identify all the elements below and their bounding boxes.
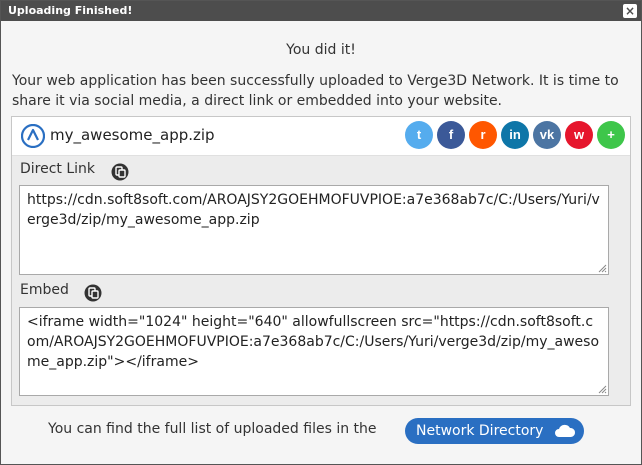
- xing-icon[interactable]: +: [597, 121, 625, 149]
- dialog-title: Uploading Finished!: [8, 4, 133, 17]
- network-directory-label: Network Directory: [416, 423, 544, 439]
- close-button[interactable]: ×: [623, 4, 637, 18]
- direct-link-label: Direct Link: [20, 161, 96, 177]
- copy-embed-icon[interactable]: [84, 284, 102, 302]
- footer-text: You can find the full list of uploaded f…: [48, 421, 377, 437]
- app-header: my_awesome_app.zip t f r in vk w +: [12, 117, 630, 156]
- social-share-buttons: t f r in vk w +: [405, 121, 625, 149]
- direct-link-field[interactable]: https://cdn.soft8soft.com/AROAJSY2GOEHMO…: [19, 185, 609, 275]
- share-panel: my_awesome_app.zip t f r in vk w + Direct Link…: [11, 116, 631, 406]
- network-directory-button[interactable]: Network Directory: [405, 418, 584, 444]
- embed-code-value: <iframe width="1024" height="640" allowf…: [27, 314, 600, 370]
- embed-code-field[interactable]: <iframe width="1024" height="640" allowf…: [19, 307, 609, 396]
- close-icon: ×: [624, 4, 636, 18]
- upload-finished-dialog: Uploading Finished! × You did it! Your w…: [0, 0, 642, 465]
- copy-direct-link-icon[interactable]: [111, 163, 129, 181]
- weibo-icon[interactable]: w: [565, 121, 593, 149]
- embed-label: Embed: [20, 282, 69, 298]
- facebook-icon[interactable]: f: [437, 121, 465, 149]
- resize-grip-icon[interactable]: [598, 264, 607, 273]
- reddit-icon[interactable]: r: [469, 121, 497, 149]
- twitter-icon[interactable]: t: [405, 121, 433, 149]
- direct-link-value: https://cdn.soft8soft.com/AROAJSY2GOEHMO…: [27, 192, 600, 228]
- dialog-titlebar: Uploading Finished! ×: [1, 1, 641, 21]
- vk-icon[interactable]: vk: [533, 121, 561, 149]
- verge3d-logo-icon: [21, 124, 45, 148]
- resize-grip-icon[interactable]: [598, 385, 607, 394]
- linkedin-icon[interactable]: in: [501, 121, 529, 149]
- success-heading: You did it!: [286, 42, 356, 58]
- intro-text: Your web application has been successful…: [12, 73, 619, 109]
- cloud-icon: [555, 424, 576, 437]
- app-filename: my_awesome_app.zip: [50, 126, 215, 144]
